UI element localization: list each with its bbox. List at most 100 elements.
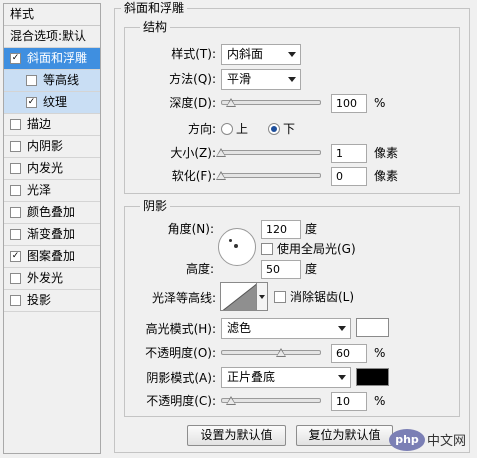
- checkbox-icon[interactable]: [10, 185, 21, 196]
- shadow-mode-dropdown[interactable]: 正片叠底: [221, 367, 351, 388]
- checkbox-icon[interactable]: [26, 75, 37, 86]
- technique-dropdown[interactable]: 平滑: [221, 69, 301, 90]
- angle-unit: 度: [305, 222, 318, 236]
- shadow-color-swatch[interactable]: [356, 368, 389, 386]
- style-item-label: 投影: [27, 293, 52, 307]
- angle-input[interactable]: 120: [261, 220, 301, 239]
- reset-default-button[interactable]: 复位为默认值: [296, 425, 393, 446]
- checkbox-icon[interactable]: [10, 273, 21, 284]
- highlight-color-swatch[interactable]: [356, 318, 389, 337]
- size-slider[interactable]: [221, 150, 321, 155]
- checkbox-checked-icon[interactable]: ✓: [10, 251, 21, 262]
- highlight-mode-dropdown[interactable]: 滤色: [221, 318, 351, 339]
- style-label: 样式(T):: [171, 47, 216, 61]
- shadow-opacity-unit: %: [374, 394, 386, 408]
- highlight-opacity-slider-thumb[interactable]: [276, 348, 286, 357]
- checkbox-icon[interactable]: [10, 207, 21, 218]
- highlight-opacity-unit: %: [374, 346, 386, 360]
- style-item[interactable]: 颜色叠加: [4, 202, 100, 224]
- style-item[interactable]: ✓ 纹理: [4, 92, 100, 114]
- checkbox-icon[interactable]: [10, 295, 21, 306]
- checkbox-icon[interactable]: [10, 119, 21, 130]
- direction-up-radio[interactable]: [221, 123, 233, 135]
- php-watermark-logo: php 中文网: [389, 428, 471, 452]
- soften-slider[interactable]: [221, 173, 321, 178]
- highlight-mode-value: 滤色: [227, 321, 252, 335]
- styles-panel: 样式 混合选项:默认 ✓ 斜面和浮雕等高线 ✓ 纹理描边内阴影内发光光泽颜色叠加渐变叠加…: [3, 3, 101, 454]
- direction-down-label[interactable]: 下: [283, 121, 295, 137]
- altitude-unit: 度: [305, 262, 318, 276]
- altitude-input[interactable]: 50: [261, 260, 301, 279]
- depth-unit: %: [374, 96, 386, 110]
- style-item-label: 内发光: [27, 161, 64, 175]
- style-item[interactable]: 内阴影: [4, 136, 100, 158]
- depth-input[interactable]: 100: [331, 94, 367, 113]
- style-item-label: 外发光: [27, 271, 64, 285]
- style-item[interactable]: 光泽: [4, 180, 100, 202]
- angle-label: 角度(N):: [167, 222, 214, 236]
- global-light-label[interactable]: 使用全局光(G): [277, 241, 356, 257]
- soften-input[interactable]: 0: [331, 167, 367, 186]
- chevron-down-icon: [338, 326, 346, 331]
- depth-slider[interactable]: [221, 100, 321, 105]
- style-item-label: 图案叠加: [27, 249, 76, 263]
- style-dropdown[interactable]: 内斜面: [221, 44, 301, 65]
- styles-header[interactable]: 样式: [4, 4, 100, 26]
- style-item[interactable]: 混合选项:默认: [4, 26, 100, 48]
- gloss-contour-preview[interactable]: [220, 282, 257, 311]
- style-item[interactable]: 等高线: [4, 70, 100, 92]
- style-item[interactable]: ✓ 斜面和浮雕: [4, 48, 100, 70]
- style-item-label: 等高线: [43, 73, 80, 87]
- size-unit: 像素: [374, 146, 399, 160]
- chevron-down-icon: [288, 77, 296, 82]
- style-item[interactable]: ✓ 图案叠加: [4, 246, 100, 268]
- depth-label: 深度(D):: [169, 96, 216, 110]
- angle-dial[interactable]: [218, 228, 256, 266]
- styles-list: 混合选项:默认 ✓ 斜面和浮雕等高线 ✓ 纹理描边内阴影内发光光泽颜色叠加渐变叠加 ✓ 图案…: [4, 26, 100, 312]
- style-item[interactable]: 外发光: [4, 268, 100, 290]
- shadow-opacity-slider[interactable]: [221, 398, 321, 403]
- style-item-label: 描边: [27, 117, 52, 131]
- anti-alias-label[interactable]: 消除锯齿(L): [290, 289, 354, 305]
- highlight-mode-label: 高光模式(H):: [145, 322, 216, 336]
- style-item[interactable]: 投影: [4, 290, 100, 312]
- checkbox-checked-icon[interactable]: ✓: [10, 53, 21, 64]
- checkbox-icon[interactable]: [10, 229, 21, 240]
- global-light-checkbox[interactable]: [261, 243, 273, 255]
- depth-slider-thumb[interactable]: [226, 98, 236, 107]
- shading-title: 阴影: [140, 199, 171, 213]
- highlight-opacity-input[interactable]: 60: [331, 344, 367, 363]
- angle-indicator: [229, 239, 232, 242]
- checkbox-checked-icon[interactable]: ✓: [26, 97, 37, 108]
- direction-label: 方向:: [187, 122, 216, 136]
- style-item-label: 颜色叠加: [27, 205, 76, 219]
- make-default-button[interactable]: 设置为默认值: [187, 425, 286, 446]
- php-watermark-text: 中文网: [427, 434, 467, 449]
- style-item[interactable]: 渐变叠加: [4, 224, 100, 246]
- chevron-down-icon: [288, 52, 296, 57]
- checkbox-icon[interactable]: [10, 141, 21, 152]
- style-item[interactable]: 描边: [4, 114, 100, 136]
- soften-unit: 像素: [374, 169, 399, 183]
- chevron-down-icon: [338, 375, 346, 380]
- shadow-opacity-label: 不透明度(C):: [146, 394, 216, 408]
- size-input[interactable]: 1: [331, 144, 367, 163]
- gloss-contour-dropdown-button[interactable]: [257, 282, 268, 311]
- structure-title: 结构: [140, 20, 171, 34]
- size-slider-thumb[interactable]: [216, 148, 226, 157]
- style-item-label: 斜面和浮雕: [27, 51, 88, 65]
- shadow-opacity-slider-thumb[interactable]: [226, 396, 236, 405]
- contour-curve-icon: [222, 283, 256, 310]
- anti-alias-checkbox[interactable]: [274, 291, 286, 303]
- php-badge: php: [389, 429, 425, 451]
- checkbox-icon[interactable]: [10, 163, 21, 174]
- soften-slider-thumb[interactable]: [216, 171, 226, 180]
- style-item-label: 内阴影: [27, 139, 64, 153]
- direction-down-radio[interactable]: [268, 123, 280, 135]
- angle-center-dot: [234, 244, 238, 248]
- highlight-opacity-slider[interactable]: [221, 350, 321, 355]
- direction-up-label[interactable]: 上: [236, 121, 248, 137]
- style-item-label: 渐变叠加: [27, 227, 76, 241]
- shadow-opacity-input[interactable]: 10: [331, 392, 367, 411]
- style-item[interactable]: 内发光: [4, 158, 100, 180]
